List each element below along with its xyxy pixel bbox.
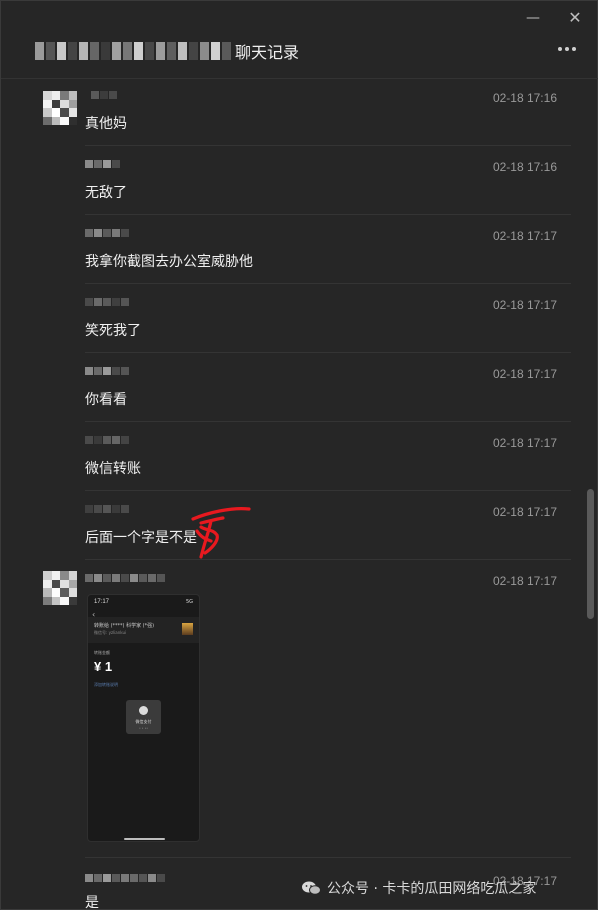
message-text[interactable]: 微信转账 <box>85 458 141 478</box>
list-item: 02-18 17:17 你看看 <box>85 367 571 422</box>
dot-icon <box>565 47 569 51</box>
list-item: 02-18 17:17 笑死我了 <box>85 298 571 353</box>
list-item: 02-18 17:17 后面一个字是不是 <box>85 505 571 560</box>
add-note-link: 添加转账说明 <box>94 682 118 687</box>
scrollbar-thumb[interactable] <box>587 489 594 619</box>
sender-name-mosaic <box>85 436 129 452</box>
sender-name-mosaic <box>85 505 129 521</box>
dot-icon <box>558 47 562 51</box>
list-item: 02-18 17:17 我拿你截图去办公室威胁他 <box>85 229 571 284</box>
list-item: 02-18 17:16 无敌了 <box>85 160 571 215</box>
watermark-text: 公众号 · 卡卡的瓜田网络吃瓜之家 <box>327 881 537 897</box>
message-text[interactable]: 是 <box>85 892 99 910</box>
close-button[interactable]: ✕ <box>565 9 585 27</box>
message-time: 02-18 17:16 <box>492 160 557 174</box>
message-time: 02-18 17:16 <box>492 91 557 105</box>
wechat-icon <box>302 881 321 895</box>
transfer-recipient: 转账给 (****) 科学家 (*强) <box>94 623 155 629</box>
sender-name-mosaic <box>85 298 129 314</box>
amount-value: ¥ 1 <box>94 659 113 674</box>
pay-button-sub: • • •• <box>139 726 148 730</box>
message-time: 02-18 17:17 <box>492 574 557 588</box>
sender-name-mosaic <box>91 91 117 107</box>
message-text[interactable]: 你看看 <box>85 389 127 409</box>
message-text[interactable]: 后面一个字是不是 <box>85 527 197 547</box>
message-text[interactable]: 笑死我了 <box>85 320 141 340</box>
recipient-avatar <box>182 623 193 635</box>
chat-history-window: — ✕ 聊天记录 02-18 17:16 真他妈 02-18 17:16 无敌了… <box>0 0 598 910</box>
more-options-button[interactable] <box>555 41 579 57</box>
watermark: 公众号 · 卡卡的瓜田网络吃瓜之家 <box>301 877 536 899</box>
red-annotation-scribble <box>191 507 251 559</box>
message-time: 02-18 17:17 <box>492 505 557 519</box>
message-time: 02-18 17:17 <box>492 229 557 243</box>
message-time: 02-18 17:17 <box>492 367 557 381</box>
wechat-pay-icon <box>139 706 148 715</box>
message-text[interactable]: 无敌了 <box>85 182 127 202</box>
message-time: 02-18 17:17 <box>492 436 557 450</box>
amount-label: 转账金额 <box>94 650 110 655</box>
image-attachment[interactable]: 17:17 5G ‹ 转账给 (****) 科学家 (*强) 微信号: yzli… <box>87 594 200 842</box>
avatar[interactable] <box>43 571 77 605</box>
sender-name-mosaic <box>85 367 129 383</box>
transfer-card: 转账给 (****) 科学家 (*强) 微信号: yzliankui <box>88 617 199 643</box>
message-text[interactable]: 真他妈 <box>85 113 127 133</box>
pay-button-label: 微信支付 <box>135 719 152 724</box>
message-time: 02-18 17:17 <box>492 298 557 312</box>
window-title: 聊天记录 <box>35 39 299 63</box>
sender-name-mosaic <box>85 229 129 245</box>
sender-name-mosaic <box>85 160 120 176</box>
message-text[interactable]: 我拿你截图去办公室威胁他 <box>85 251 253 271</box>
list-item: 02-18 17:17 微信转账 <box>85 436 571 491</box>
minimize-button[interactable]: — <box>523 9 543 27</box>
window-title-text: 聊天记录 <box>235 43 300 62</box>
list-item: 02-18 17:16 真他妈 <box>85 91 571 146</box>
title-bar: — ✕ 聊天记录 <box>1 1 598 79</box>
home-indicator <box>124 838 165 840</box>
dot-icon <box>572 47 576 51</box>
status-signal: 5G <box>185 599 193 605</box>
sender-name-mosaic <box>85 874 165 890</box>
wechat-pay-button: 微信支付 • • •• <box>126 700 161 734</box>
transfer-wechat-id: 微信号: yzliankui <box>94 630 127 635</box>
redacted-name-mosaic <box>35 42 231 60</box>
avatar[interactable] <box>43 91 77 125</box>
status-time: 17:17 <box>94 599 110 605</box>
sender-name-mosaic <box>85 574 165 590</box>
